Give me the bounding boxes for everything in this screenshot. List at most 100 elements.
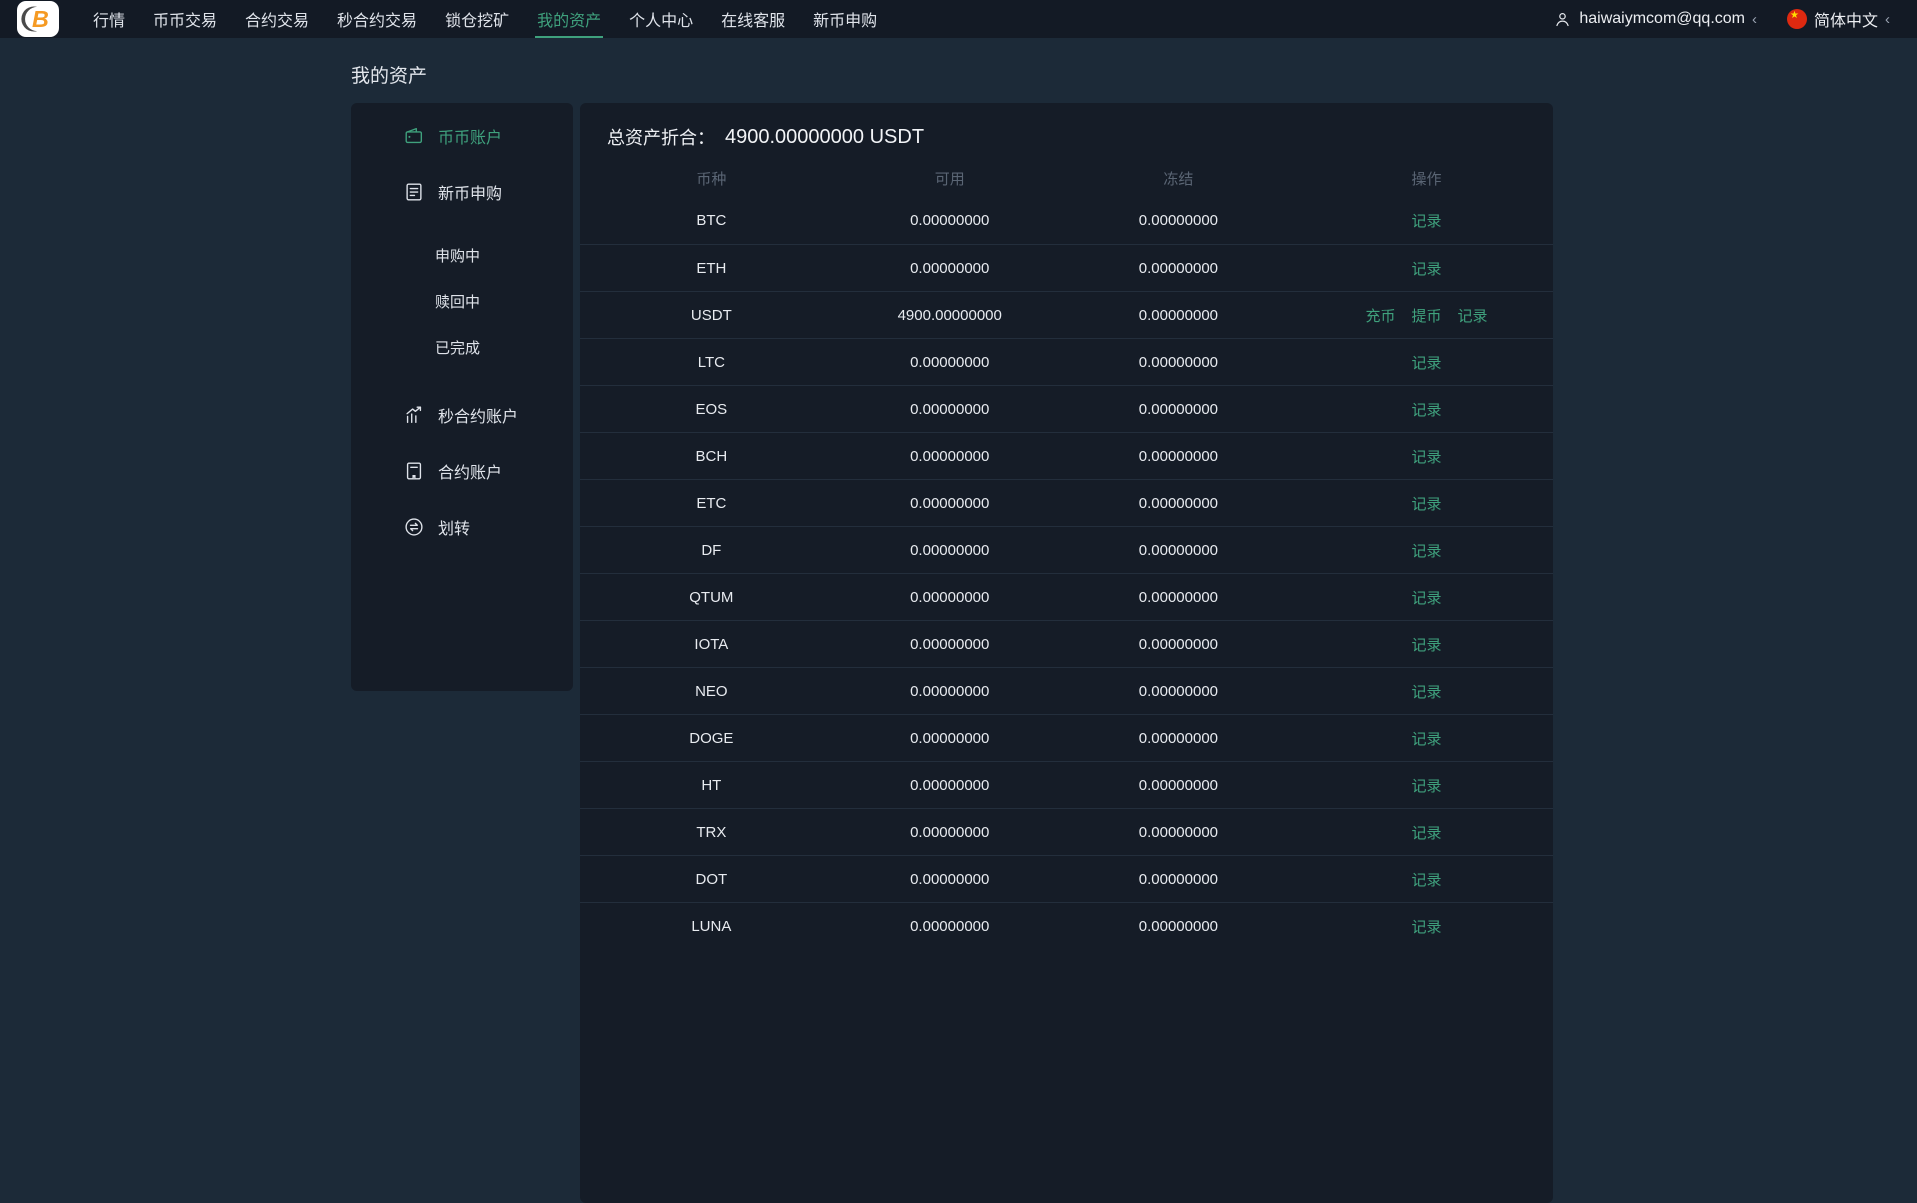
cell-coin: BTC bbox=[696, 212, 727, 229]
sidebar-item-label: 申购中 bbox=[435, 247, 481, 265]
cell-available: 0.00000000 bbox=[910, 917, 990, 935]
record-link[interactable]: 记录 bbox=[1411, 493, 1441, 514]
svg-text:B: B bbox=[32, 6, 49, 32]
withdraw-link[interactable]: 提币 bbox=[1411, 305, 1441, 326]
record-link[interactable]: 记录 bbox=[1411, 822, 1441, 843]
cell-available: 0.00000000 bbox=[910, 635, 990, 653]
column-header-4: 操作 bbox=[1411, 170, 1442, 188]
sidebar-item-label: 已完成 bbox=[435, 339, 481, 357]
person-icon bbox=[1553, 10, 1572, 29]
sidebar-item-label: 新币申购 bbox=[438, 186, 503, 203]
logo-icon: B bbox=[21, 6, 49, 32]
sidebar-item-1[interactable]: 币币账户 bbox=[351, 108, 573, 164]
table-row: DF 0.00000000 0.00000000 记录 bbox=[580, 526, 1553, 573]
cell-frozen: 0.00000000 bbox=[1138, 353, 1218, 371]
table-row: DOGE 0.00000000 0.00000000 记录 bbox=[580, 714, 1553, 761]
cell-available: 0.00000000 bbox=[910, 823, 990, 841]
cell-coin: DOGE bbox=[689, 729, 734, 747]
record-link[interactable]: 记录 bbox=[1411, 446, 1441, 467]
nav-items: 行情 币币交易 合约交易 秒合约交易 锁仓挖矿 我的资产 个人中心 在线客服 新币申购 bbox=[79, 0, 891, 38]
cell-frozen: 0.00000000 bbox=[1138, 823, 1218, 841]
record-link[interactable]: 记录 bbox=[1411, 258, 1441, 279]
cell-actions: 记录 bbox=[1300, 540, 1553, 561]
table-row: EOS 0.00000000 0.00000000 记录 bbox=[580, 385, 1553, 432]
cell-coin: HT bbox=[701, 776, 722, 794]
user-email: haiwaiymcom@qq.com bbox=[1579, 10, 1745, 27]
cell-frozen: 0.00000000 bbox=[1138, 306, 1218, 324]
nav-item-9[interactable]: 新币申购 bbox=[799, 0, 891, 38]
cell-actions: 记录 bbox=[1300, 210, 1553, 231]
content-layout: 币币账户新币申购申购中赎回中已完成秒合约账户合约账户划转 总资产折合： 4900… bbox=[351, 103, 1553, 1203]
sidebar-item-3[interactable]: 申购中 bbox=[351, 232, 573, 278]
wallet-icon bbox=[403, 125, 425, 147]
table-row: USDT 4900.00000000 0.00000000 充币 提币 记录 bbox=[580, 291, 1553, 338]
chart-icon bbox=[403, 404, 425, 426]
table-row: QTUM 0.00000000 0.00000000 记录 bbox=[580, 573, 1553, 620]
nav-item-8[interactable]: 在线客服 bbox=[707, 0, 799, 38]
sidebar-item-8[interactable]: 划转 bbox=[351, 499, 573, 555]
deposit-link[interactable]: 充币 bbox=[1365, 305, 1395, 326]
total-assets-value: 4900.00000000 USDT bbox=[725, 125, 925, 148]
nav-item-5[interactable]: 锁仓挖矿 bbox=[431, 0, 523, 38]
sidebar-item-5[interactable]: 已完成 bbox=[351, 324, 573, 370]
record-link[interactable]: 记录 bbox=[1411, 869, 1441, 890]
assets-panel: 总资产折合： 4900.00000000 USDT 币种 可用 冻结 操作 BTC 0.… bbox=[580, 103, 1553, 1203]
record-link[interactable]: 记录 bbox=[1411, 587, 1441, 608]
sidebar-item-7[interactable]: 合约账户 bbox=[351, 443, 573, 499]
record-link[interactable]: 记录 bbox=[1411, 916, 1441, 937]
record-link[interactable]: 记录 bbox=[1411, 352, 1441, 373]
cell-frozen: 0.00000000 bbox=[1138, 776, 1218, 794]
cell-coin: BCH bbox=[695, 447, 728, 465]
sidebar-item-label: 合约账户 bbox=[438, 465, 503, 482]
cell-available: 0.00000000 bbox=[910, 212, 990, 229]
brand-logo[interactable]: B bbox=[17, 1, 59, 37]
contract-icon bbox=[403, 460, 425, 482]
record-link[interactable]: 记录 bbox=[1411, 634, 1441, 655]
table-row: ETH 0.00000000 0.00000000 记录 bbox=[580, 244, 1553, 291]
total-assets-label: 总资产折合： bbox=[607, 128, 715, 148]
user-menu[interactable]: haiwaiymcom@qq.com ‹ bbox=[1553, 10, 1757, 29]
cell-frozen: 0.00000000 bbox=[1138, 588, 1218, 606]
table-row: LTC 0.00000000 0.00000000 记录 bbox=[580, 338, 1553, 385]
cell-available: 0.00000000 bbox=[910, 447, 990, 465]
cell-actions: 记录 bbox=[1300, 587, 1553, 608]
cell-actions: 记录 bbox=[1300, 493, 1553, 514]
cell-actions: 记录 bbox=[1300, 775, 1553, 796]
page-title: 我的资产 bbox=[351, 66, 428, 87]
sidebar-item-label: 币币账户 bbox=[438, 130, 503, 147]
cell-available: 0.00000000 bbox=[910, 400, 990, 418]
cell-actions: 记录 bbox=[1300, 634, 1553, 655]
record-link[interactable]: 记录 bbox=[1411, 775, 1441, 796]
sidebar-item-4[interactable]: 赎回中 bbox=[351, 278, 573, 324]
nav-item-3[interactable]: 合约交易 bbox=[231, 0, 323, 38]
cell-actions: 记录 bbox=[1300, 399, 1553, 420]
flag-icon: ★ bbox=[1786, 9, 1807, 29]
record-link[interactable]: 记录 bbox=[1411, 540, 1441, 561]
cell-available: 0.00000000 bbox=[910, 682, 990, 700]
cell-coin: ETC bbox=[696, 494, 727, 512]
cell-actions: 记录 bbox=[1300, 258, 1553, 279]
table-row: NEO 0.00000000 0.00000000 记录 bbox=[580, 667, 1553, 714]
nav-item-1[interactable]: 行情 bbox=[79, 0, 139, 38]
sidebar-item-6[interactable]: 秒合约账户 bbox=[351, 387, 573, 443]
nav-item-7[interactable]: 个人中心 bbox=[615, 0, 707, 38]
nav-item-6[interactable]: 我的资产 bbox=[523, 0, 615, 38]
sidebar-item-label: 赎回中 bbox=[435, 293, 481, 311]
cell-frozen: 0.00000000 bbox=[1138, 870, 1218, 888]
record-link[interactable]: 记录 bbox=[1457, 305, 1487, 326]
top-nav: B 行情 币币交易 合约交易 秒合约交易 锁仓挖矿 我的资产 个人中心 在线客服 新币申购 ha… bbox=[0, 0, 1917, 38]
nav-item-4[interactable]: 秒合约交易 bbox=[323, 0, 431, 38]
column-header-3: 冻结 bbox=[1163, 170, 1194, 188]
cell-coin: LUNA bbox=[691, 917, 732, 935]
table-row: DOT 0.00000000 0.00000000 记录 bbox=[580, 855, 1553, 902]
sidebar-item-label: 秒合约账户 bbox=[438, 409, 519, 426]
nav-item-2[interactable]: 币币交易 bbox=[139, 0, 231, 38]
language-selector[interactable]: ★ 简体中文 ‹ bbox=[1786, 7, 1890, 31]
record-link[interactable]: 记录 bbox=[1411, 399, 1441, 420]
record-link[interactable]: 记录 bbox=[1411, 210, 1441, 231]
sidebar-item-2[interactable]: 新币申购 bbox=[351, 164, 573, 220]
record-link[interactable]: 记录 bbox=[1411, 728, 1441, 749]
record-link[interactable]: 记录 bbox=[1411, 681, 1441, 702]
cell-coin: ETH bbox=[696, 259, 727, 277]
cell-actions: 记录 bbox=[1300, 728, 1553, 749]
